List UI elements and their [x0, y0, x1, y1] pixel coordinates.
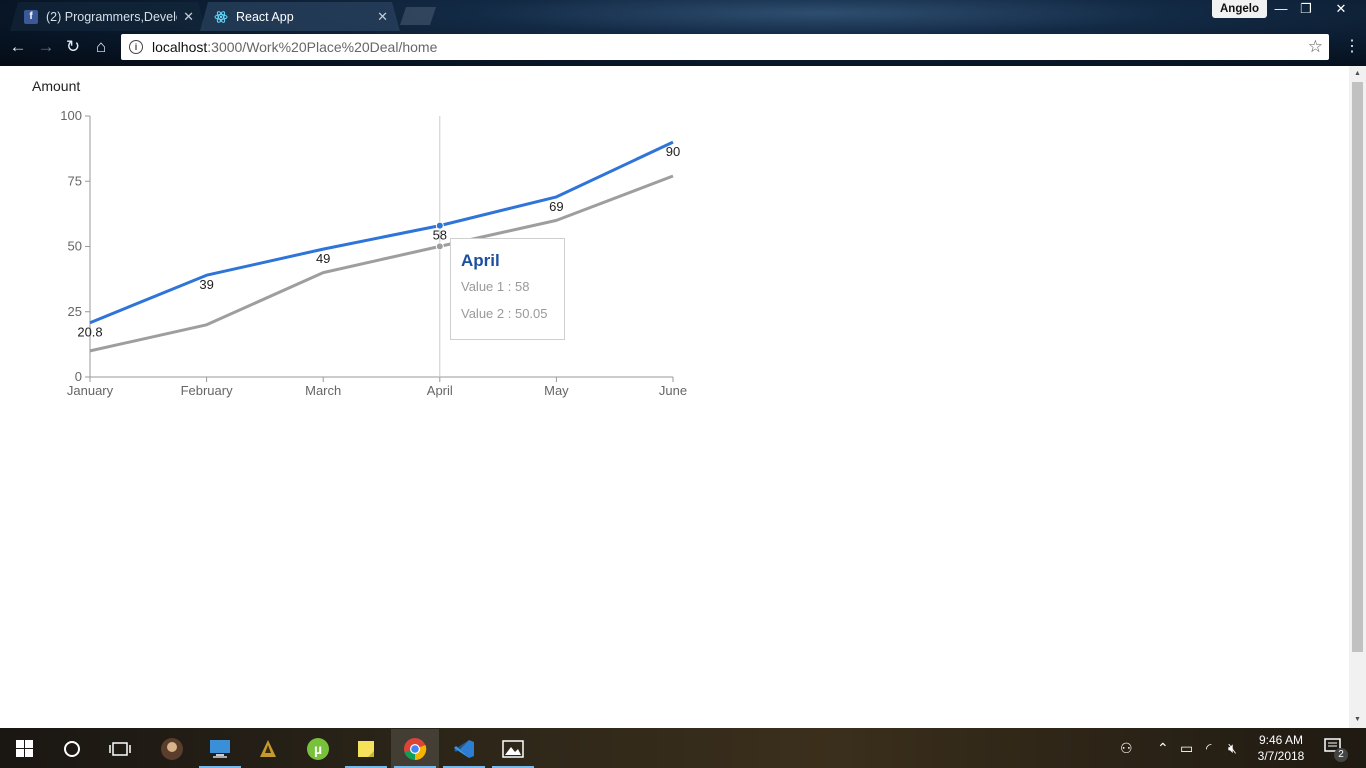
x-tick-label: April: [427, 383, 453, 398]
tooltip-value-2: Value 2 : 50.05: [461, 306, 548, 321]
user-app-icon[interactable]: [148, 729, 196, 768]
windows-start-icon[interactable]: [0, 729, 48, 768]
clock-date: 3/7/2018: [1257, 749, 1305, 763]
info-icon[interactable]: i: [129, 40, 143, 54]
x-tick-label: March: [305, 383, 341, 398]
x-tick-label: June: [659, 383, 687, 398]
data-label: 20.8: [77, 325, 102, 340]
profile-button[interactable]: Angelo: [1212, 0, 1267, 18]
computer-app-icon[interactable]: [196, 729, 244, 768]
tray-overflow-icon[interactable]: ⌃: [1157, 740, 1169, 757]
home-icon[interactable]: ⌂: [90, 36, 112, 58]
y-tick-label: 50: [68, 239, 82, 254]
data-label: 39: [199, 277, 213, 292]
x-tick-label: February: [181, 383, 234, 398]
dota-app-icon[interactable]: [244, 729, 292, 768]
close-tab-icon[interactable]: ✕: [183, 9, 194, 25]
people-icon[interactable]: ⚇: [1120, 740, 1133, 757]
data-label: 58: [433, 228, 447, 243]
url-path: :3000/Work%20Place%20Deal/home: [207, 39, 438, 55]
data-label: 90: [666, 144, 680, 159]
battery-icon[interactable]: ▭: [1180, 740, 1193, 757]
data-label: 69: [549, 199, 563, 214]
wifi-icon[interactable]: ◜: [1206, 740, 1211, 757]
photos-app-icon[interactable]: [489, 729, 537, 768]
hover-point: [435, 242, 444, 251]
forward-icon[interactable]: →: [35, 36, 57, 58]
scrollbar-thumb[interactable]: [1352, 82, 1363, 652]
taskbar-clock[interactable]: 9:46 AM 3/7/2018: [1250, 732, 1312, 764]
x-tick-label: January: [67, 383, 114, 398]
tab-react-app[interactable]: React App ✕: [200, 2, 400, 31]
y-tick-label: 25: [68, 304, 82, 319]
scroll-up-icon[interactable]: ▲: [1349, 66, 1366, 82]
close-tab-icon[interactable]: ✕: [377, 9, 388, 25]
react-icon: [214, 10, 228, 24]
restore-icon[interactable]: ❐: [1291, 0, 1321, 20]
chart-tooltip: April Value 1 : 58 Value 2 : 50.05: [450, 238, 565, 340]
facebook-icon: f: [24, 10, 38, 24]
utorrent-icon[interactable]: µ: [294, 729, 342, 768]
tooltip-value-1: Value 1 : 58: [461, 279, 530, 294]
x-tick-label: May: [544, 383, 569, 398]
vertical-scrollbar[interactable]: ▲ ▼: [1349, 66, 1366, 728]
tab-title: (2) Programmers,Develop: [46, 9, 178, 24]
scroll-down-icon[interactable]: ▼: [1349, 712, 1366, 728]
y-tick-label: 100: [60, 108, 82, 123]
url-host: localhost: [152, 39, 208, 55]
y-tick-label: 75: [68, 173, 82, 188]
volume-muted-icon[interactable]: 🔇︎: [1228, 740, 1237, 757]
y-tick-label: 0: [75, 369, 82, 384]
clock-time: 9:46 AM: [1258, 733, 1304, 747]
reload-icon[interactable]: ↻: [62, 36, 84, 58]
close-window-icon[interactable]: ✕: [1326, 0, 1356, 20]
series-line: [89, 140, 674, 325]
new-tab-button[interactable]: [400, 7, 436, 25]
data-label: 49: [316, 251, 330, 266]
address-bar[interactable]: i localhost:3000/Work%20Place%20Deal/hom…: [121, 34, 1329, 60]
tab-facebook[interactable]: f (2) Programmers,Develop ✕: [10, 2, 206, 31]
cortana-search-icon[interactable]: [48, 729, 96, 768]
bookmark-star-icon[interactable]: ☆: [1308, 37, 1323, 57]
back-icon[interactable]: ←: [7, 36, 29, 58]
page-viewport: Amount 0 25 50 75 100 January February March Apr…: [0, 66, 1366, 728]
notification-count-badge: 2: [1334, 748, 1348, 762]
vscode-icon[interactable]: [440, 729, 488, 768]
series-line: [89, 174, 674, 353]
svg-text:µ: µ: [314, 741, 322, 757]
line-chart: 0 25 50 75 100 January February March April May Ju…: [60, 108, 687, 398]
tooltip-title: April: [461, 251, 500, 270]
menu-icon[interactable]: ⋮: [1344, 36, 1360, 56]
task-view-icon[interactable]: [96, 729, 144, 768]
sticky-notes-icon[interactable]: [342, 729, 390, 768]
chrome-icon[interactable]: [391, 729, 439, 768]
tab-title: React App: [236, 9, 294, 24]
